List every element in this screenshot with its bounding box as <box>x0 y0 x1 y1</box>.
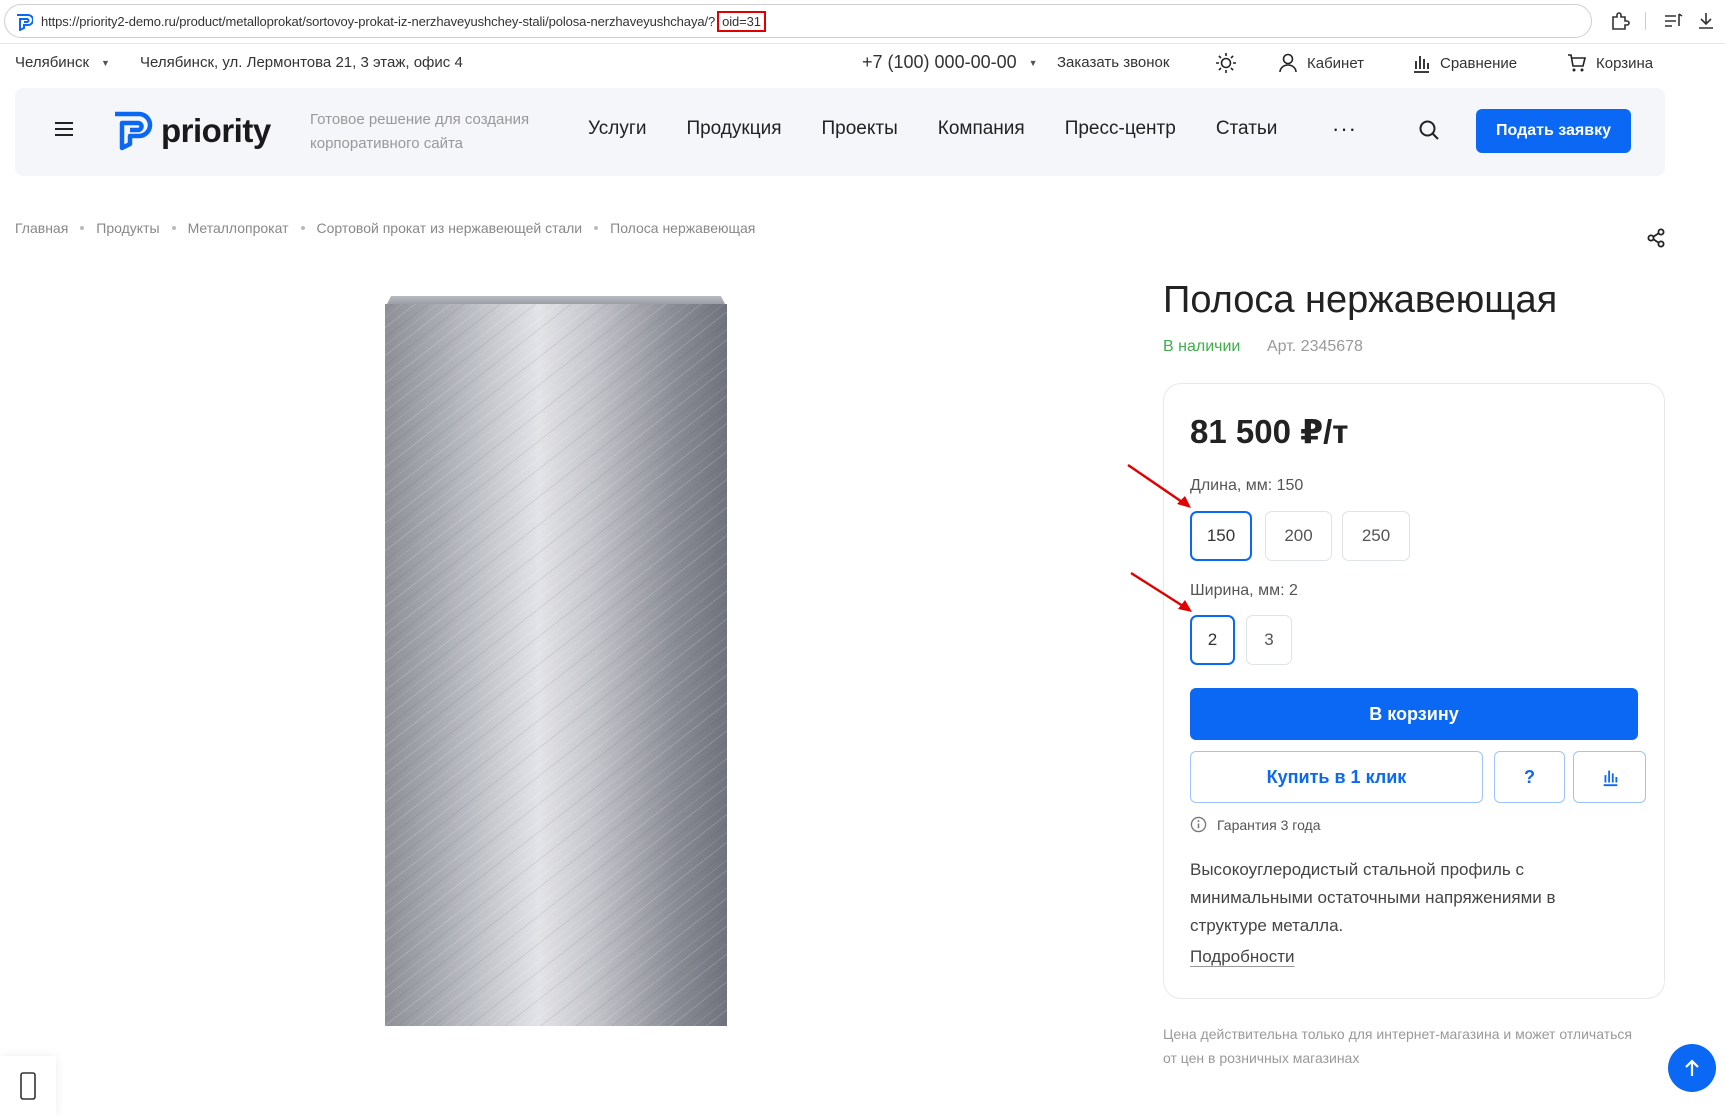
city-selector[interactable]: Челябинск ▼ <box>15 54 110 71</box>
cart-label: Корзина <box>1596 54 1654 72</box>
product-price: 81 500 ₽/т <box>1190 413 1349 450</box>
breadcrumb-item-products[interactable]: Продукты <box>96 220 159 236</box>
theme-toggle[interactable] <box>1215 52 1237 74</box>
breadcrumb-separator <box>171 226 176 230</box>
site-logo[interactable]: priority <box>111 110 271 152</box>
compare-label: Сравнение <box>1440 54 1518 72</box>
breadcrumb-item-metal[interactable]: Металлопрокат <box>188 220 289 236</box>
breadcrumb-separator <box>594 226 599 230</box>
add-to-cart-button[interactable]: В корзину <box>1190 688 1638 740</box>
menu-burger-icon[interactable] <box>53 118 75 140</box>
warranty-info: Гарантия 3 года <box>1190 816 1321 833</box>
callback-link[interactable]: Заказать звонок <box>1057 54 1169 71</box>
breadcrumb-item-stainless[interactable]: Сортовой прокат из нержавеющей стали <box>317 220 583 236</box>
product-title: Полоса нержавеющая <box>1163 279 1558 321</box>
cabinet-label: Кабинет <box>1307 54 1365 72</box>
site-favicon-icon <box>17 14 33 31</box>
phone-selector[interactable]: +7 (100) 000-00-00 ▼ <box>862 52 1038 73</box>
url-param-highlight: oid=31 <box>717 11 766 32</box>
compare-icon <box>1414 56 1429 73</box>
scroll-to-top-button[interactable] <box>1668 1044 1716 1092</box>
cabinet-link[interactable]: Кабинет <box>1277 52 1364 74</box>
nav-item-services[interactable]: Услуги <box>588 118 646 140</box>
download-icon[interactable] <box>1695 10 1717 32</box>
address-text: Челябинск, ул. Лермонтова 21, 3 этаж, оф… <box>140 54 463 71</box>
compare-link[interactable]: Сравнение <box>1410 52 1517 74</box>
reading-list-icon[interactable] <box>1662 10 1684 32</box>
url-text[interactable]: https://priority2-demo.ru/product/metall… <box>41 11 766 32</box>
phone-label: +7 (100) 000-00-00 <box>862 52 1017 72</box>
nav-more-button[interactable]: ··· <box>1332 116 1357 142</box>
topline: Челябинск ▼ Челябинск, ул. Лермонтова 21,… <box>0 48 1725 80</box>
product-sku: Арт. 2345678 <box>1267 338 1363 355</box>
caret-down-icon: ▼ <box>101 57 110 68</box>
share-icon[interactable] <box>1645 227 1667 249</box>
cart-icon <box>1568 54 1587 72</box>
width-label: Ширина, мм: 2 <box>1190 582 1298 599</box>
length-option-250[interactable]: 250 <box>1342 511 1410 561</box>
mobile-version-toggle[interactable] <box>0 1056 56 1116</box>
stock-status: В наличии <box>1163 338 1241 355</box>
submit-request-button[interactable]: Подать заявку <box>1476 109 1631 153</box>
product-description: Высокоуглеродистый стальной профиль с ми… <box>1190 860 1556 935</box>
info-icon <box>1190 816 1207 833</box>
callback-label: Заказать звонок <box>1057 54 1170 71</box>
city-label: Челябинск <box>15 54 90 71</box>
main-nav: Услуги Продукция Проекты Компания Пресс-… <box>588 118 1317 140</box>
main-header: priority Готовое решение для создания ко… <box>15 88 1665 176</box>
price-note: Цена действительна только для интернет-м… <box>1163 1026 1632 1066</box>
width-option-3[interactable]: 3 <box>1246 615 1292 665</box>
nav-item-press[interactable]: Пресс-центр <box>1065 118 1176 140</box>
compare-icon <box>1603 770 1617 787</box>
width-option-2[interactable]: 2 <box>1190 615 1235 665</box>
add-to-compare-button[interactable] <box>1573 751 1646 803</box>
length-option-200[interactable]: 200 <box>1265 511 1332 561</box>
url-main: https://priority2-demo.ru/product/metall… <box>41 14 716 29</box>
breadcrumb-item-current: Полоса нержавеющая <box>610 220 756 236</box>
logo-mark-icon <box>115 111 153 151</box>
one-click-buy-button[interactable]: Купить в 1 клик <box>1190 751 1483 803</box>
length-option-150[interactable]: 150 <box>1190 511 1252 561</box>
buy-card: 81 500 ₽/т Длина, мм: 150 150 200 250 Ши… <box>1163 383 1665 999</box>
user-icon <box>1279 53 1297 73</box>
nav-item-products[interactable]: Продукция <box>686 118 781 140</box>
sun-icon <box>1216 53 1236 73</box>
details-link[interactable]: Подробности <box>1190 947 1295 967</box>
nav-item-articles[interactable]: Статьи <box>1216 118 1278 140</box>
site-slogan: Готовое решение для создания корпоративн… <box>310 111 530 152</box>
breadcrumb-separator <box>80 226 85 230</box>
arrow-up-icon <box>1685 1059 1699 1076</box>
address-label: Челябинск, ул. Лермонтова 21, 3 этаж, оф… <box>140 54 463 71</box>
nav-item-company[interactable]: Компания <box>938 118 1025 140</box>
warranty-label: Гарантия 3 года <box>1217 816 1321 833</box>
logo-text: priority <box>161 112 271 149</box>
length-label: Длина, мм: 150 <box>1190 477 1304 494</box>
product-image[interactable] <box>385 296 727 1026</box>
nav-item-projects[interactable]: Проекты <box>822 118 898 140</box>
ask-question-button[interactable]: ? <box>1494 751 1565 803</box>
extensions-icon[interactable] <box>1609 10 1631 32</box>
toolbar-divider <box>1645 12 1646 30</box>
address-bar[interactable]: https://priority2-demo.ru/product/metall… <box>4 4 1592 38</box>
search-icon[interactable] <box>1417 118 1441 142</box>
breadcrumb-item-home[interactable]: Главная <box>15 220 68 236</box>
caret-down-icon: ▼ <box>1028 57 1038 68</box>
annotation-arrow-icon <box>1127 464 1191 508</box>
phone-icon <box>20 1072 36 1100</box>
cart-link[interactable]: Корзина <box>1566 52 1653 74</box>
browser-toolbar: https://priority2-demo.ru/product/metall… <box>0 0 1725 44</box>
annotation-arrow-icon <box>1130 571 1192 612</box>
breadcrumb-separator <box>300 226 305 230</box>
breadcrumb: Главная Продукты Металлопрокат Сортовой … <box>15 220 755 236</box>
